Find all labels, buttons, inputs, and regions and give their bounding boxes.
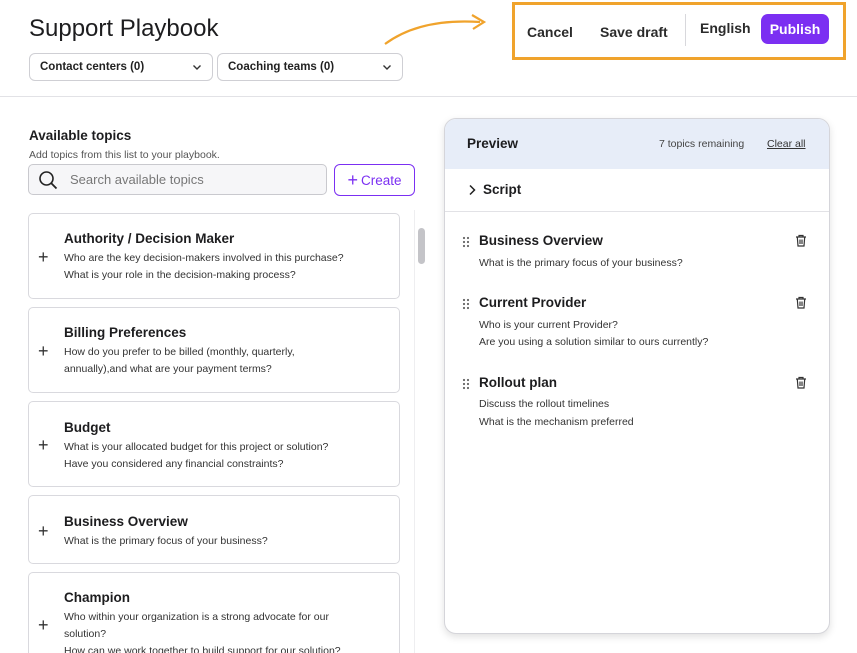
topic-card[interactable]: + Business Overview What is the primary … [28, 495, 400, 564]
available-topics-subtitle: Add topics from this list to your playbo… [29, 149, 220, 161]
clear-all-link[interactable]: Clear all [767, 138, 806, 150]
preview-topic-question: What is the mechanism preferred [479, 416, 634, 428]
topic-question: Have you considered any financial constr… [64, 458, 284, 470]
topic-question: How do you prefer to be billed (monthly,… [64, 346, 295, 358]
topic-question: solution? [64, 628, 107, 640]
chevron-down-icon [383, 65, 391, 70]
create-button[interactable]: + Create [334, 164, 415, 196]
trash-icon[interactable] [795, 376, 807, 389]
plus-icon[interactable]: + [38, 435, 49, 456]
plus-icon: + [347, 170, 358, 190]
topic-title: Budget [64, 420, 111, 435]
available-topics-title: Available topics [29, 128, 132, 143]
preview-header: Preview 7 topics remaining Clear all [445, 119, 829, 169]
publish-button[interactable]: Publish [761, 14, 829, 44]
search-box [28, 164, 327, 195]
topics-remaining: 7 topics remaining [659, 138, 745, 150]
language-button[interactable]: English [700, 15, 751, 41]
preview-panel: Preview 7 topics remaining Clear all Scr… [444, 118, 830, 634]
plus-icon[interactable]: + [38, 615, 49, 636]
topic-question: What is your allocated budget for this p… [64, 441, 329, 453]
coaching-teams-dropdown[interactable]: Coaching teams (0) [217, 53, 403, 81]
search-input[interactable] [70, 172, 310, 187]
topic-card[interactable]: + Budget What is your allocated budget f… [28, 401, 400, 487]
trash-icon[interactable] [795, 296, 807, 309]
topic-question: What is your role in the decision-making… [64, 269, 296, 281]
search-icon [39, 170, 58, 189]
preview-topic-title: Current Provider [479, 295, 587, 310]
header-divider [0, 96, 857, 97]
publish-toolbar: Cancel Save draft English Publish [512, 2, 846, 60]
drag-handle-icon[interactable] [462, 236, 470, 248]
page-title: Support Playbook [29, 15, 219, 42]
create-label: Create [360, 172, 402, 188]
topic-title: Champion [64, 590, 130, 605]
save-draft-button[interactable]: Save draft [600, 19, 668, 45]
topic-card[interactable]: + Billing Preferences How do you prefer … [28, 307, 400, 393]
preview-topic-question: Discuss the rollout timelines [479, 398, 610, 410]
drag-handle-icon[interactable] [462, 298, 470, 310]
contact-centers-label: Contact centers (0) [40, 61, 145, 73]
scrollbar-track[interactable] [414, 210, 428, 653]
topic-card[interactable]: + Champion Who within your organization … [28, 572, 400, 653]
toolbar-divider [685, 14, 686, 46]
scrollbar-thumb[interactable] [418, 228, 425, 264]
script-section-toggle[interactable]: Script [445, 169, 829, 212]
trash-icon[interactable] [795, 234, 807, 247]
plus-icon[interactable]: + [38, 341, 49, 362]
chevron-down-icon [193, 65, 201, 70]
topic-title: Business Overview [64, 514, 188, 529]
preview-topic-title: Business Overview [479, 233, 603, 248]
callout-arrow-icon [384, 14, 487, 45]
contact-centers-dropdown[interactable]: Contact centers (0) [29, 53, 213, 81]
preview-topic-question: What is the primary focus of your busine… [479, 257, 683, 269]
preview-title: Preview [467, 136, 519, 151]
topic-question: How can we work together to build suppor… [64, 645, 341, 653]
topic-question: What is the primary focus of your busine… [64, 535, 268, 547]
preview-topic-question: Who is your current Provider? [479, 319, 618, 331]
topic-question: annually),and what are your payment term… [64, 363, 272, 375]
chevron-right-icon [469, 184, 476, 196]
script-label: Script [483, 182, 522, 197]
preview-topic-question: Are you using a solution similar to ours… [479, 336, 709, 348]
topic-question: Who are the key decision-makers involved… [64, 252, 344, 264]
plus-icon[interactable]: + [38, 247, 49, 268]
preview-topic-title: Rollout plan [479, 375, 557, 390]
drag-handle-icon[interactable] [462, 378, 470, 390]
topic-card[interactable]: + Authority / Decision Maker Who are the… [28, 213, 400, 299]
plus-icon[interactable]: + [38, 521, 49, 542]
topic-title: Authority / Decision Maker [64, 231, 235, 246]
coaching-teams-label: Coaching teams (0) [228, 61, 335, 73]
cancel-button[interactable]: Cancel [527, 19, 573, 45]
topic-question: Who within your organization is a strong… [64, 611, 329, 623]
topic-title: Billing Preferences [64, 325, 187, 340]
